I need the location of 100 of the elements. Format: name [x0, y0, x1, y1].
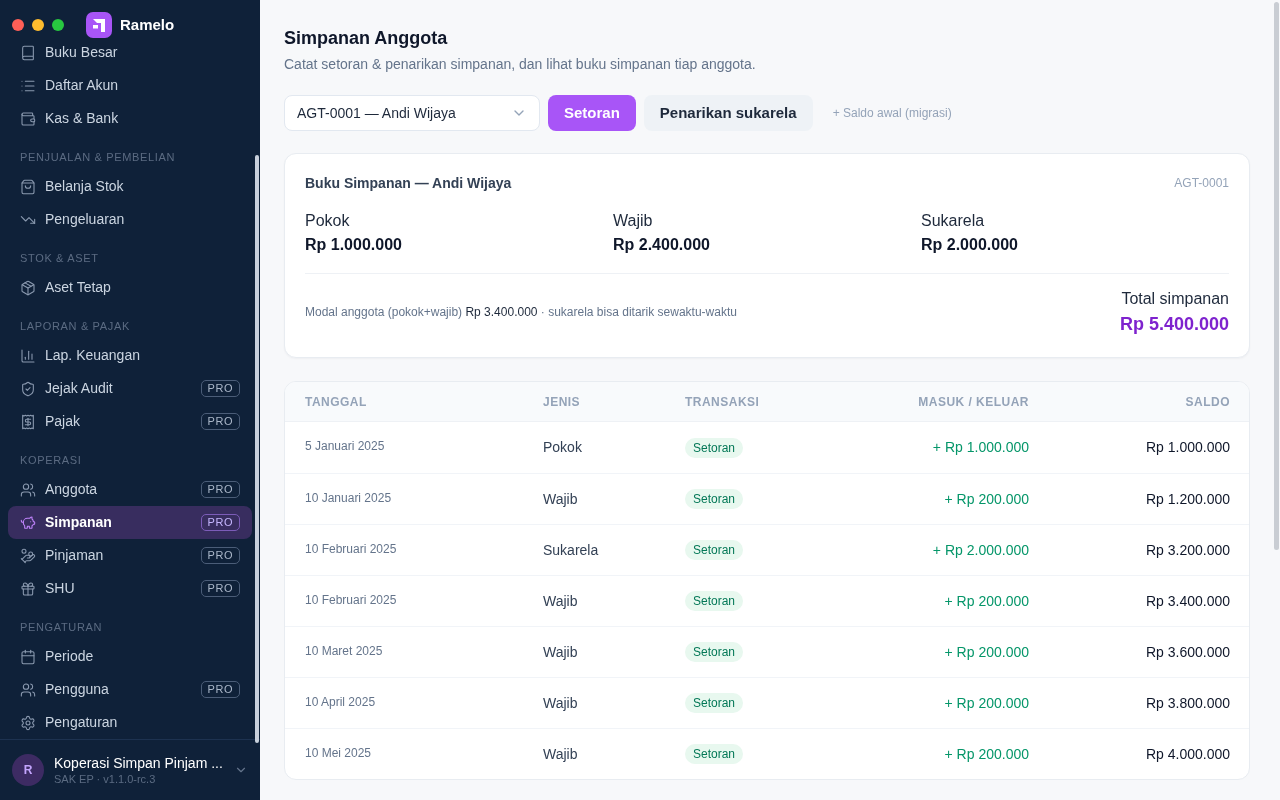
account-switcher[interactable]: R Koperasi Simpan Pinjam ... SAK EP · v1.1.0-rc.3 [0, 739, 260, 800]
total-value: Rp 5.400.000 [1119, 313, 1229, 336]
users-icon [20, 681, 36, 698]
shield-check-icon [20, 380, 36, 397]
sidebar-item[interactable]: Simpanan PRO [8, 506, 252, 539]
column-header: JENIS [543, 393, 582, 411]
sidebar-item[interactable]: Pajak PRO [8, 405, 252, 438]
type-cell-text: Pokok [543, 438, 582, 457]
balance-cell-text: Rp 4.000.000 [1145, 744, 1230, 764]
pro-badge: PRO [200, 547, 240, 564]
sidebar-item[interactable]: Pengaturan [8, 706, 252, 739]
pro-badge: PRO [200, 481, 240, 498]
page-title: Simpanan Anggota [284, 27, 449, 50]
sidebar-item[interactable]: Aset Tetap [8, 271, 252, 304]
minimize-window-icon[interactable] [32, 19, 44, 31]
hand-coins-icon [20, 547, 36, 564]
sidebar-item[interactable]: Pinjaman PRO [8, 539, 252, 572]
piggy-bank-icon [20, 514, 36, 531]
balance-label: Pokok [305, 211, 351, 231]
section-heading: PENJUALAN & PEMBELIAN [20, 151, 177, 164]
column-header: SALDO [1184, 393, 1230, 411]
transaction-tag: Setoran [685, 437, 744, 458]
sidebar-item[interactable]: Belanja Stok [8, 170, 252, 203]
close-window-icon[interactable] [12, 19, 24, 31]
scrollbar-thumb[interactable] [1274, 2, 1279, 550]
wallet-icon [20, 110, 36, 127]
amount-cell-text: + Rp 200.000 [944, 489, 1029, 509]
pro-badge: PRO [200, 413, 240, 430]
sidebar-item[interactable]: Anggota PRO [8, 473, 252, 506]
gift-icon [20, 580, 36, 597]
type-cell-text: Wajib [543, 489, 578, 509]
amount-cell-text: + Rp 200.000 [944, 642, 1029, 662]
amount-cell-text: + Rp 1.000.000 [932, 438, 1029, 457]
member-select[interactable]: AGT-0001 — Andi Wijaya [284, 95, 540, 131]
type-cell-text: Wajib [543, 693, 578, 713]
sidebar-item[interactable]: Pengeluaran [8, 203, 252, 236]
sidebar-item[interactable]: Lap. Keuangan [8, 339, 252, 372]
date-cell-text: 10 Maret 2025 [305, 642, 383, 660]
bar-chart-icon [20, 347, 36, 364]
page-subtitle: Catat setoran & penarikan simpanan, dan lihat buku simpanan tiap anggota. [284, 55, 757, 74]
pro-badge: PRO [200, 681, 240, 698]
action-button[interactable]: Setoran [548, 95, 636, 131]
section-heading: LAPORAN & PAJAK [20, 320, 131, 333]
date-cell-text: 10 Januari 2025 [305, 489, 392, 507]
shopping-bag-icon [20, 178, 36, 195]
type-cell-text: Wajib [543, 744, 578, 764]
scrollbar-thumb[interactable] [255, 155, 259, 743]
transaction-tag: Setoran [685, 744, 744, 764]
sidebar-item[interactable]: Pengguna PRO [8, 673, 252, 706]
type-cell-text: Wajib [543, 642, 578, 662]
balance-label: Wajib [613, 211, 654, 231]
zoom-window-icon[interactable] [52, 19, 64, 31]
column-header: TANGGAL [305, 393, 368, 411]
section-heading: KOPERASI [20, 454, 83, 467]
balance-cell-text: Rp 1.200.000 [1145, 489, 1230, 509]
type-cell-text: Sukarela [543, 540, 599, 560]
action-button[interactable]: Penarikan sukarela [643, 95, 813, 131]
settings-icon [20, 714, 36, 731]
transaction-tag: Setoran [685, 540, 744, 560]
date-cell-text: 10 Februari 2025 [305, 591, 397, 609]
section-heading: STOK & ASET [20, 252, 100, 265]
amount-cell-text: + Rp 200.000 [944, 693, 1029, 713]
organization-name: Koperasi Simpan Pinjam ... [54, 753, 224, 772]
total-label: Total simpanan [1120, 289, 1229, 309]
book-icon [20, 44, 36, 61]
pro-badge: PRO [200, 580, 240, 597]
section-heading: PENGATURAN [20, 621, 104, 634]
sidebar-item[interactable]: Periode [8, 640, 252, 673]
balance-cell-text: Rp 3.800.000 [1145, 693, 1230, 713]
balance-value: Rp 2.000.000 [921, 235, 1019, 255]
receipt-icon [20, 413, 36, 430]
sidebar-item[interactable]: Jejak Audit PRO [8, 372, 252, 405]
transaction-tag: Setoran [685, 489, 744, 509]
date-cell-text: 10 Februari 2025 [305, 540, 397, 558]
balance-value: Rp 2.400.000 [613, 235, 711, 255]
package-icon [20, 279, 36, 296]
amount-cell-text: + Rp 200.000 [944, 744, 1029, 764]
date-cell-text: 10 Mei 2025 [305, 744, 372, 762]
sidebar-item[interactable]: Daftar Akun [8, 69, 252, 102]
transaction-tag: Setoran [685, 693, 744, 713]
version-label: SAK EP · v1.1.0-rc.3 [54, 771, 157, 787]
balance-cell-text: Rp 3.400.000 [1145, 591, 1230, 611]
pro-badge: PRO [200, 380, 240, 397]
users-icon [20, 481, 36, 498]
calendar-icon [20, 648, 36, 665]
app-name: Ramelo [120, 14, 175, 35]
column-header: MASUK / KELUAR [917, 393, 1029, 411]
sidebar-item[interactable]: Buku Besar [8, 36, 252, 69]
balance-cell-text: Rp 3.600.000 [1145, 642, 1230, 662]
transaction-tag: Setoran [685, 642, 744, 662]
sidebar-item[interactable]: SHU PRO [8, 572, 252, 605]
transaction-tag: Setoran [685, 591, 744, 611]
balance-label: Sukarela [921, 211, 986, 231]
date-cell-text: 10 April 2025 [305, 693, 376, 711]
avatar: R [12, 754, 44, 786]
amount-cell-text: + Rp 200.000 [944, 591, 1029, 611]
capital-note: Modal anggota (pokok+wajib) Rp 3.400.000 · sukarela bisa ditarik sewaktu-waktu [305, 304, 737, 321]
member-code: AGT-0001 [1174, 175, 1229, 192]
sidebar-item[interactable]: Kas & Bank [8, 102, 252, 135]
pro-badge: PRO [200, 514, 240, 531]
